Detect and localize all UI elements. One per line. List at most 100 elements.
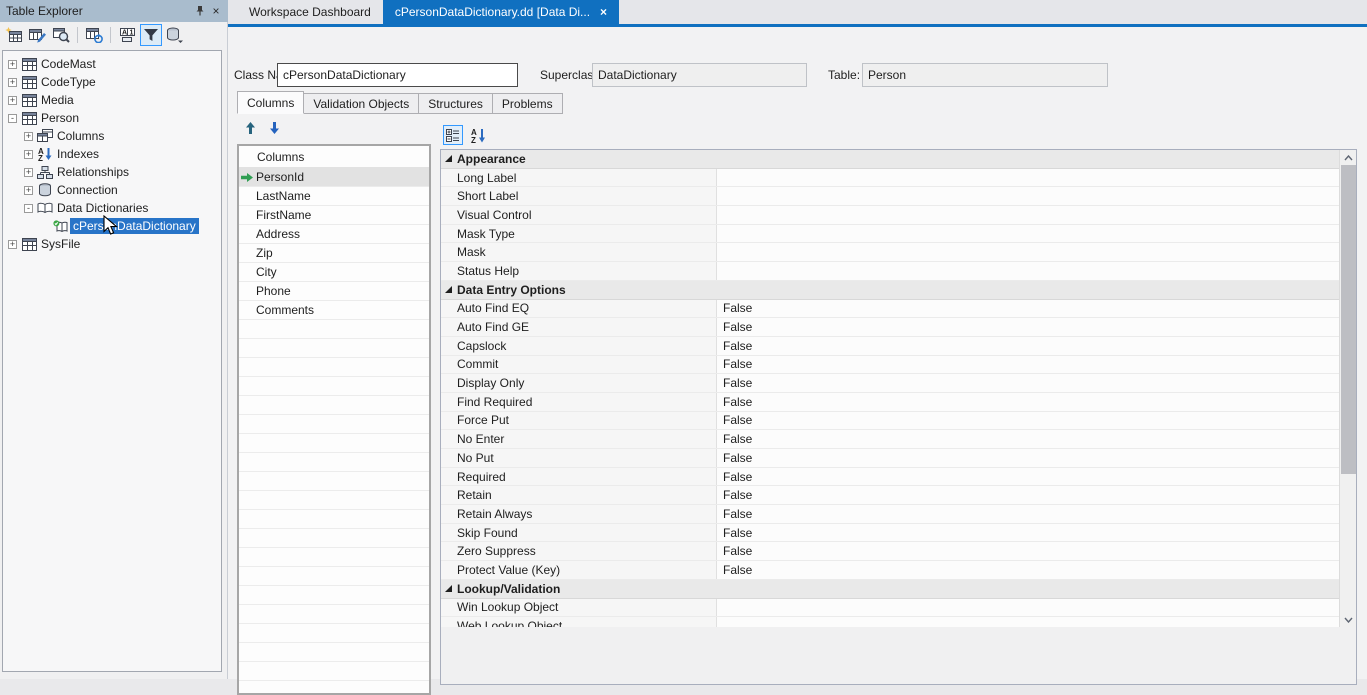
refresh-table-icon[interactable]: [83, 24, 105, 46]
property-value[interactable]: False: [716, 561, 1339, 579]
tab-columns[interactable]: Columns: [237, 91, 304, 114]
tree-item-sysfile[interactable]: + SysFile: [3, 235, 221, 253]
column-list-item[interactable]: PersonId: [239, 168, 429, 187]
property-value[interactable]: False: [716, 318, 1339, 336]
property-row[interactable]: No Put False: [441, 449, 1339, 468]
scrollbar-thumb[interactable]: [1341, 165, 1356, 474]
property-value[interactable]: [716, 243, 1339, 261]
property-row[interactable]: Skip Found False: [441, 524, 1339, 543]
property-row[interactable]: Retain False: [441, 486, 1339, 505]
property-row[interactable]: Appearance: [441, 150, 1339, 169]
property-row[interactable]: Auto Find GE False: [441, 318, 1339, 337]
expand-icon[interactable]: +: [8, 96, 17, 105]
new-table-icon[interactable]: [2, 24, 24, 46]
rename-icon[interactable]: A1: [116, 24, 138, 46]
property-row[interactable]: Web Lookup Object: [441, 617, 1339, 627]
categorized-view-icon[interactable]: [443, 125, 463, 145]
property-row[interactable]: Find Required False: [441, 393, 1339, 412]
tree-item-connection[interactable]: + Connection: [3, 181, 221, 199]
property-row[interactable]: Display Only False: [441, 374, 1339, 393]
superclass-input[interactable]: DataDictionary: [592, 63, 807, 87]
expand-icon[interactable]: +: [24, 150, 33, 159]
property-row[interactable]: Status Help: [441, 262, 1339, 281]
expand-icon[interactable]: +: [24, 186, 33, 195]
column-list-item[interactable]: Comments: [239, 301, 429, 320]
property-row[interactable]: Zero Suppress False: [441, 542, 1339, 561]
tree-item-label[interactable]: cPersonDataDictionary: [70, 218, 199, 234]
tree-item-label[interactable]: Indexes: [54, 146, 102, 162]
tree-item-codemast[interactable]: + CodeMast: [3, 55, 221, 73]
preview-table-icon[interactable]: [50, 24, 72, 46]
edit-table-icon[interactable]: [26, 24, 48, 46]
tree-item-label[interactable]: Relationships: [54, 164, 132, 180]
expand-icon[interactable]: +: [24, 168, 33, 177]
tree-item-label[interactable]: SysFile: [38, 236, 83, 252]
data-source-icon[interactable]: [164, 24, 186, 46]
property-value[interactable]: [716, 225, 1339, 243]
property-value[interactable]: [716, 187, 1339, 205]
property-row[interactable]: Auto Find EQ False: [441, 300, 1339, 319]
tree-item-columns[interactable]: + Columns: [3, 127, 221, 145]
class-name-input[interactable]: cPersonDataDictionary: [277, 63, 518, 87]
scroll-down-icon[interactable]: [1340, 612, 1357, 627]
property-value[interactable]: False: [716, 542, 1339, 560]
collapse-icon[interactable]: -: [8, 114, 17, 123]
property-row[interactable]: No Enter False: [441, 430, 1339, 449]
column-list-item[interactable]: Zip: [239, 244, 429, 263]
scroll-up-icon[interactable]: [1340, 150, 1357, 165]
tab-structures[interactable]: Structures: [419, 93, 493, 114]
property-value[interactable]: False: [716, 468, 1339, 486]
tree-item-codetype[interactable]: + CodeType: [3, 73, 221, 91]
property-value[interactable]: [716, 599, 1339, 617]
tree-item-relationships[interactable]: + Relationships: [3, 163, 221, 181]
property-row[interactable]: Commit False: [441, 356, 1339, 375]
move-up-arrow-icon[interactable]: [241, 119, 259, 136]
property-value[interactable]: [716, 262, 1339, 280]
property-value[interactable]: False: [716, 412, 1339, 430]
vertical-scrollbar[interactable]: [1339, 150, 1356, 627]
property-value[interactable]: False: [716, 449, 1339, 467]
tab-validation-objects[interactable]: Validation Objects: [304, 93, 419, 114]
expand-icon[interactable]: +: [8, 60, 17, 69]
property-value[interactable]: False: [716, 356, 1339, 374]
property-value[interactable]: [716, 206, 1339, 224]
property-row[interactable]: Capslock False: [441, 337, 1339, 356]
tree-item-label[interactable]: CodeType: [38, 74, 99, 90]
alphabetical-sort-icon[interactable]: AZ: [468, 125, 488, 145]
tree-item-label[interactable]: Columns: [54, 128, 107, 144]
pin-icon[interactable]: [192, 3, 208, 19]
tree-item-media[interactable]: + Media: [3, 91, 221, 109]
tree-item-label[interactable]: Data Dictionaries: [54, 200, 151, 216]
property-value[interactable]: False: [716, 505, 1339, 523]
column-list-item[interactable]: Address: [239, 225, 429, 244]
property-value[interactable]: False: [716, 337, 1339, 355]
property-value[interactable]: [716, 580, 1339, 598]
close-icon[interactable]: ×: [208, 3, 224, 19]
property-value[interactable]: False: [716, 300, 1339, 318]
property-row[interactable]: Mask Type: [441, 225, 1339, 244]
filter-icon[interactable]: [140, 24, 162, 46]
property-value[interactable]: False: [716, 374, 1339, 392]
property-value[interactable]: False: [716, 486, 1339, 504]
property-value[interactable]: [716, 281, 1339, 299]
column-list-item[interactable]: LastName: [239, 187, 429, 206]
tree-item-person[interactable]: - Person: [3, 109, 221, 127]
tab-problems[interactable]: Problems: [493, 93, 563, 114]
property-value[interactable]: False: [716, 430, 1339, 448]
expand-icon[interactable]: +: [8, 240, 17, 249]
tree-item-label[interactable]: Media: [38, 92, 77, 108]
property-row[interactable]: Protect Value (Key) False: [441, 561, 1339, 580]
tree-item-indexes[interactable]: + AZ Indexes: [3, 145, 221, 163]
column-list-item[interactable]: Phone: [239, 282, 429, 301]
tab-cpersondatadictionary[interactable]: cPersonDataDictionary.dd [Data Di... ×: [383, 0, 619, 24]
expand-icon[interactable]: +: [24, 132, 33, 141]
property-row[interactable]: Long Label: [441, 169, 1339, 188]
table-input[interactable]: Person: [862, 63, 1108, 87]
property-value[interactable]: [716, 617, 1339, 627]
property-row[interactable]: Force Put False: [441, 412, 1339, 431]
column-list-item[interactable]: FirstName: [239, 206, 429, 225]
property-row[interactable]: Required False: [441, 468, 1339, 487]
property-value[interactable]: [716, 150, 1339, 168]
property-row[interactable]: Retain Always False: [441, 505, 1339, 524]
collapse-icon[interactable]: -: [24, 204, 33, 213]
